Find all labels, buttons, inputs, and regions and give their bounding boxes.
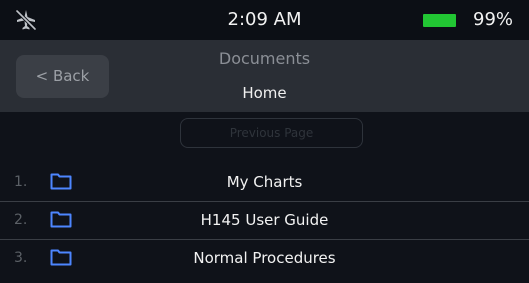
page-title: Documents (218, 49, 311, 68)
document-list: 1. My Charts 2. H145 User Guide 3. Norma… (0, 164, 529, 277)
battery-icon (423, 14, 456, 27)
list-item-h145-user-guide[interactable]: 2. H145 User Guide (0, 201, 529, 239)
status-bar: 2:09 AM 99% (0, 0, 529, 40)
list-item-my-charts[interactable]: 1. My Charts (0, 164, 529, 201)
list-item-label: H145 User Guide (200, 211, 329, 229)
previous-page-button[interactable]: Previous Page (180, 118, 363, 148)
list-item-label: My Charts (226, 173, 303, 191)
document-browser-screen: 2:09 AM 99% < Back Documents Home Previo… (0, 0, 529, 283)
page-subtitle: Home (242, 84, 287, 102)
navigation-header: < Back Documents Home (0, 40, 529, 112)
list-item-label: Normal Procedures (193, 249, 336, 267)
battery-percentage: 99% (473, 9, 514, 30)
list-item-normal-procedures[interactable]: 3. Normal Procedures (0, 239, 529, 277)
